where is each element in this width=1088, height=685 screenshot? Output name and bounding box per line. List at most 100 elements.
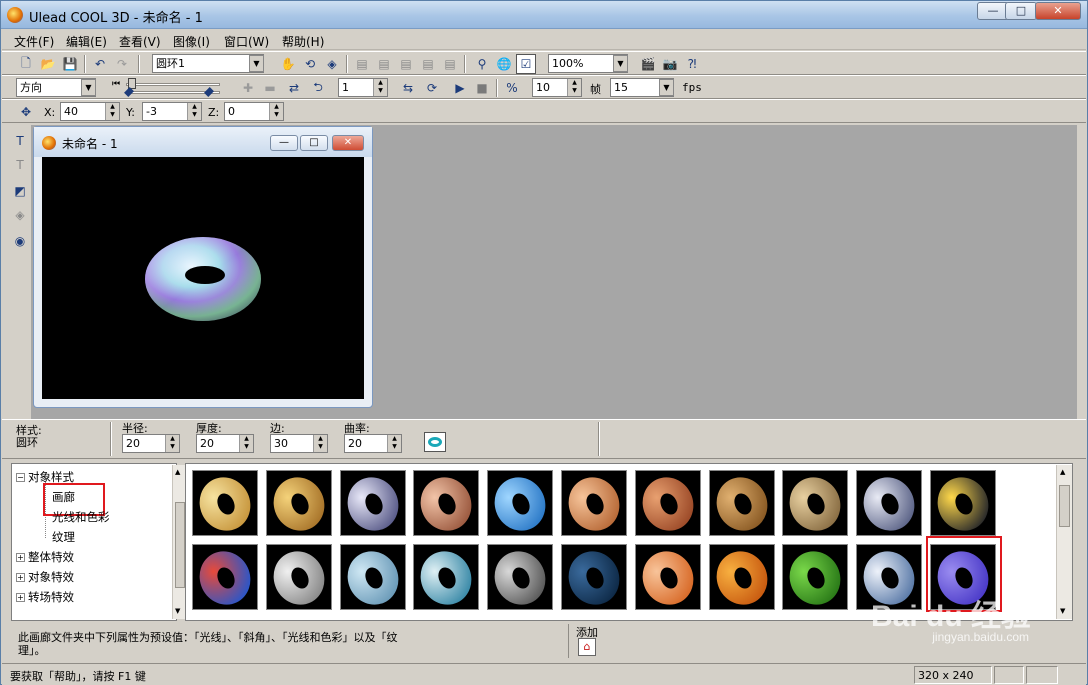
gallery-thumbnail[interactable] <box>265 470 332 536</box>
print-icon[interactable]: ▤ <box>352 54 372 74</box>
gallery-thumbnail[interactable] <box>487 544 554 610</box>
check-frame-icon[interactable]: ☑ <box>516 54 536 74</box>
position-toolbar: ✥ X: 40 ▲ ▼ Y: -3 ▲ ▼ Z: 0 ▲ ▼ <box>2 99 1086 123</box>
globe-icon[interactable]: 🌐 <box>494 54 514 74</box>
loop-back-icon[interactable]: ⮌ <box>308 78 328 98</box>
torus-shape-button[interactable] <box>424 432 446 452</box>
gallery-thumbnail[interactable] <box>708 544 775 610</box>
tree-node-object-effects[interactable]: + 对象特效 <box>16 569 74 585</box>
layer-icon[interactable]: ▤ <box>440 54 460 74</box>
doc-close-button[interactable]: ✕ <box>332 135 364 151</box>
gallery-thumbnail[interactable] <box>413 544 480 610</box>
camera-icon[interactable]: 📷 <box>660 54 680 74</box>
zoom-value: 100% <box>552 57 584 70</box>
menu-view[interactable]: 查看(V) <box>119 33 161 50</box>
tree-node-global-effects[interactable]: + 整体特效 <box>16 549 74 565</box>
edit-geometry-icon[interactable]: ◈ <box>10 205 30 225</box>
stop-icon[interactable]: ■ <box>472 78 492 98</box>
gallery-thumbnail[interactable] <box>192 544 258 610</box>
delete-icon[interactable]: ▤ <box>418 54 438 74</box>
maximize-button[interactable]: □ <box>1005 2 1037 20</box>
curvature-input[interactable]: 20 ▲ ▼ <box>344 434 402 453</box>
x-input[interactable]: 40 ▲ ▼ <box>60 102 120 121</box>
gallery-thumbnail[interactable] <box>561 544 627 610</box>
gallery-thumbnail[interactable] <box>339 544 406 610</box>
frame-number-input[interactable]: 1 ▲ ▼ <box>338 78 388 97</box>
scroll-down-icon: ▼ <box>1060 607 1066 615</box>
undo-icon[interactable]: ↶ <box>90 54 110 74</box>
percent-icon[interactable]: % <box>502 78 522 98</box>
redo-icon[interactable]: ↷ <box>112 54 132 74</box>
remove-keyframe-icon[interactable]: ▬ <box>260 78 280 98</box>
menu-image[interactable]: 图像(I) <box>173 33 210 50</box>
gallery-thumbnail[interactable] <box>634 470 701 536</box>
tree-node-texture[interactable]: 纹理 <box>52 529 75 545</box>
gallery-thumbnail[interactable] <box>930 470 996 536</box>
torus-object-icon[interactable]: ◉ <box>10 231 30 251</box>
object-select[interactable]: 圆环1 ▼ <box>152 54 264 73</box>
gallery-thumbnail[interactable] <box>634 544 701 610</box>
frames-select[interactable]: 15 ▼ <box>610 78 674 97</box>
gallery-thumbnail[interactable] <box>561 470 627 536</box>
menu-file[interactable]: 文件(F) <box>14 33 54 50</box>
status-help-text: 要获取「帮助」，请按 F1 键 <box>10 670 146 683</box>
gallery-thumbnail[interactable] <box>192 470 258 536</box>
tree-node-transition-effects[interactable]: + 转场特效 <box>16 589 74 605</box>
video-icon[interactable]: 🎬 <box>638 54 658 74</box>
add-to-gallery-icon[interactable]: ⌂ <box>578 638 596 656</box>
render-canvas[interactable] <box>42 157 364 399</box>
z-label: Z: <box>208 106 220 119</box>
y-input[interactable]: -3 ▲ ▼ <box>142 102 202 121</box>
scroll-thumb[interactable] <box>175 502 185 588</box>
insert-geometry-icon[interactable]: ◩ <box>10 181 30 201</box>
sides-value: 30 <box>274 437 288 450</box>
scroll-thumb[interactable] <box>1059 485 1070 527</box>
tree-node-light-color[interactable]: 光线和色彩 <box>52 509 110 525</box>
edit-text-icon[interactable]: T <box>10 155 30 175</box>
gallery-thumbnail[interactable] <box>856 470 923 536</box>
close-button[interactable]: ✕ <box>1035 2 1081 20</box>
loop-icon[interactable]: ⟳ <box>422 78 442 98</box>
hint-icon[interactable]: ⚲ <box>472 54 492 74</box>
gallery-thumbnail[interactable] <box>339 470 406 536</box>
add-keyframe-icon[interactable]: ✚ <box>238 78 258 98</box>
save-icon[interactable]: 💾 <box>60 54 80 74</box>
gallery-thumbnail[interactable] <box>413 470 480 536</box>
gallery-thumbnail[interactable] <box>782 544 849 610</box>
pingpong-icon[interactable]: ⇆ <box>398 78 418 98</box>
gallery-scrollbar[interactable]: ▲ ▼ <box>1056 465 1072 619</box>
gallery-thumbnail[interactable] <box>782 470 849 536</box>
new-file-icon[interactable]: 🗋 <box>16 54 36 74</box>
pan-hand-icon[interactable]: ✋ <box>278 54 298 74</box>
whats-this-icon[interactable]: ⁈ <box>682 54 702 74</box>
menu-edit[interactable]: 编辑(E) <box>66 33 107 50</box>
thickness-value: 20 <box>200 437 214 450</box>
play-icon[interactable]: ▶ <box>450 78 470 98</box>
doc-maximize-button[interactable]: □ <box>300 135 328 151</box>
spin-arrows-icon: ▲ ▼ <box>567 79 581 96</box>
menu-window[interactable]: 窗口(W) <box>224 33 269 50</box>
gallery-thumbnail[interactable] <box>487 470 554 536</box>
open-file-icon[interactable]: 📂 <box>38 54 58 74</box>
document-icon <box>42 136 56 150</box>
move-object-icon[interactable]: ✥ <box>16 102 36 122</box>
copy-icon[interactable]: ▤ <box>374 54 394 74</box>
rotate-object-icon[interactable]: ⟲ <box>300 54 320 74</box>
gallery-thumbnail[interactable] <box>265 544 332 610</box>
zoom-select[interactable]: 100% ▼ <box>548 54 628 73</box>
reverse-icon[interactable]: ⇄ <box>284 78 304 98</box>
scroll-up-icon: ▲ <box>175 468 181 476</box>
sides-input[interactable]: 30 ▲ ▼ <box>270 434 328 453</box>
fps-input[interactable]: 10 ▲ ▼ <box>532 78 582 97</box>
thickness-input[interactable]: 20 ▲ ▼ <box>196 434 254 453</box>
insert-text-icon[interactable]: T <box>10 131 30 151</box>
menu-help[interactable]: 帮助(H) <box>282 33 324 50</box>
gallery-thumbnail[interactable] <box>708 470 775 536</box>
fit-object-icon[interactable]: ◈ <box>322 54 342 74</box>
timeline-slider[interactable]: ⏮ <box>112 78 232 98</box>
doc-minimize-button[interactable]: — <box>270 135 298 151</box>
z-input[interactable]: 0 ▲ ▼ <box>224 102 284 121</box>
mode-select[interactable]: 方向 ▼ <box>16 78 96 97</box>
paste-icon[interactable]: ▤ <box>396 54 416 74</box>
radius-input[interactable]: 20 ▲ ▼ <box>122 434 180 453</box>
